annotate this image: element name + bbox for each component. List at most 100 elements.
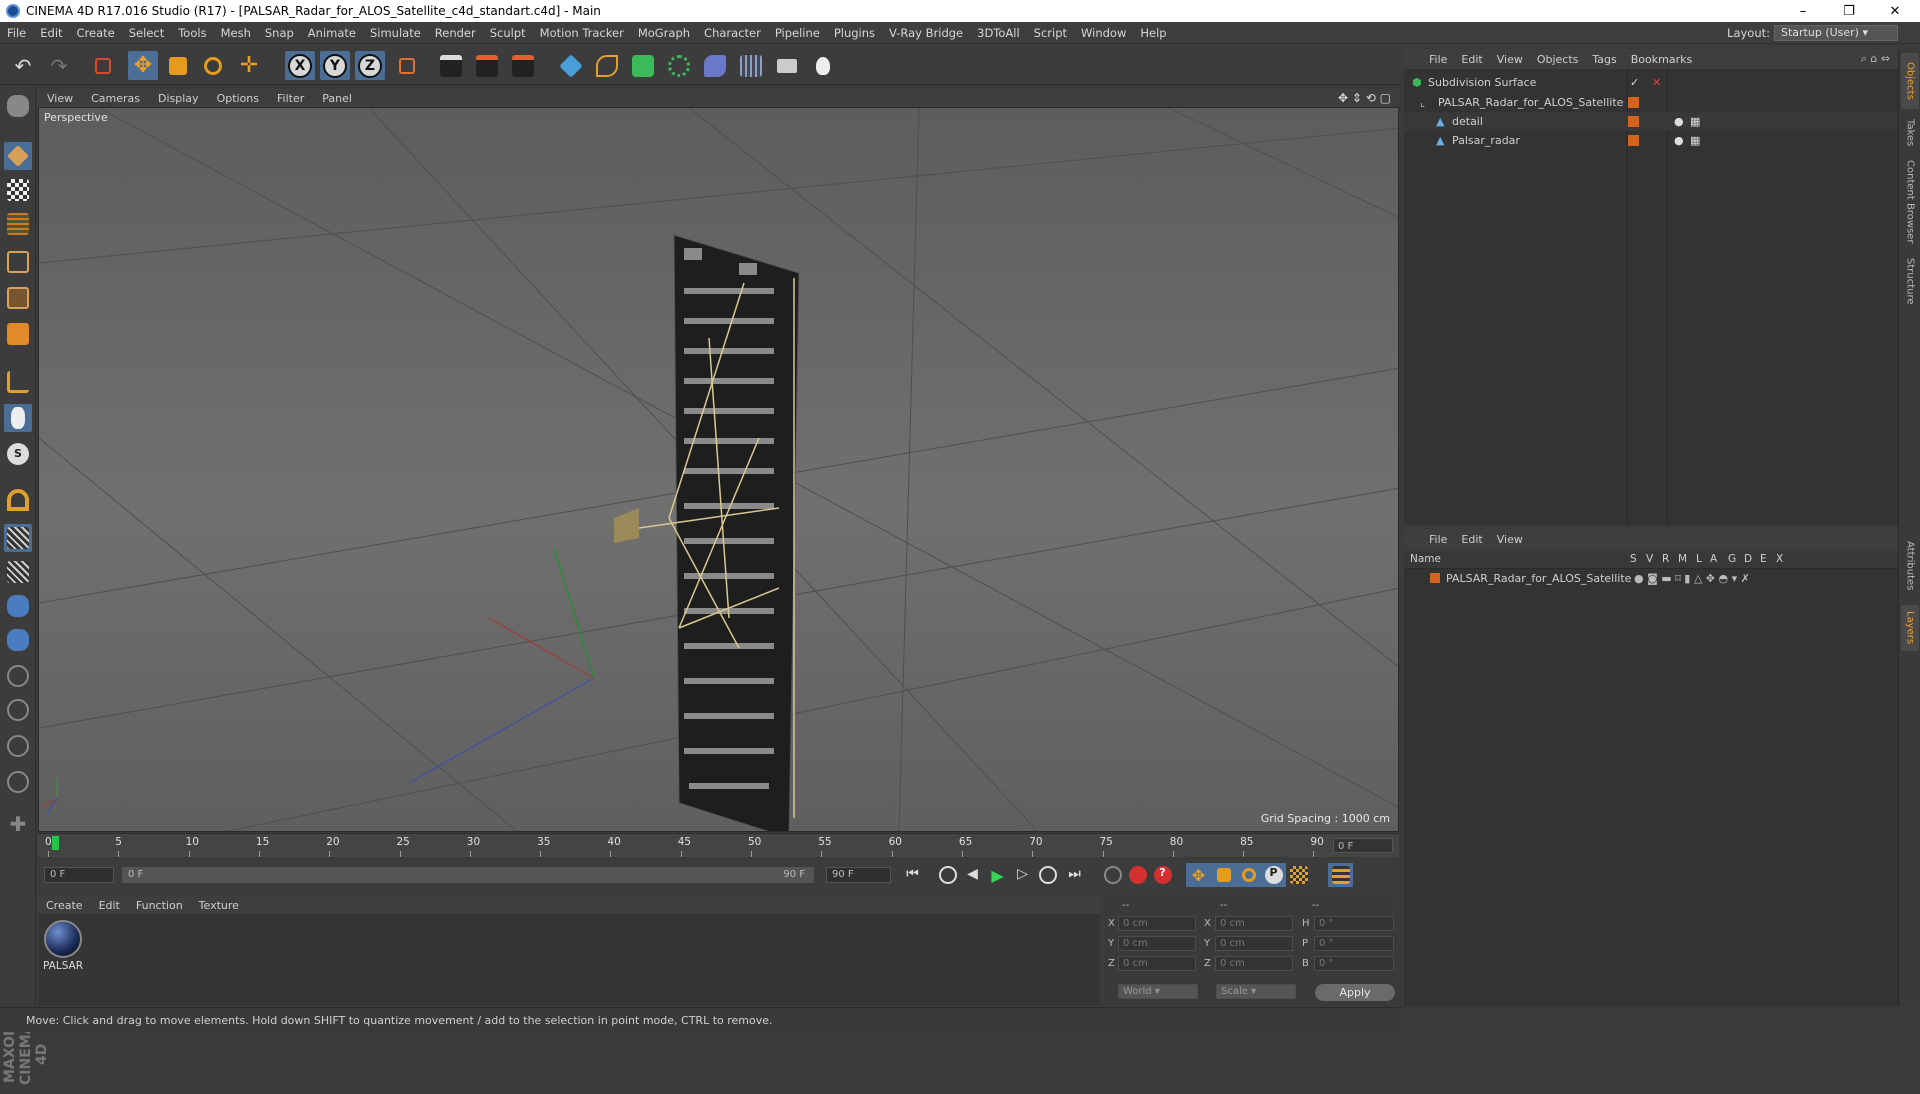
- object-row-detail[interactable]: ▲ detail ● ▦: [1404, 112, 1898, 131]
- key-rotation-button[interactable]: [1236, 863, 1261, 887]
- previous-frame-button[interactable]: ◀: [960, 863, 985, 887]
- planar-workplane-button[interactable]: [4, 558, 32, 586]
- menu-script[interactable]: Script: [1027, 26, 1074, 40]
- key-position-button[interactable]: ✥: [1186, 863, 1211, 887]
- timeline-window-button[interactable]: [1328, 863, 1353, 887]
- lm-col-d[interactable]: D: [1744, 553, 1752, 565]
- go-to-end-button[interactable]: ⏭: [1062, 863, 1087, 887]
- menu-snap[interactable]: Snap: [258, 26, 301, 40]
- add-mograph-button[interactable]: [664, 51, 694, 80]
- viewport-menu-display[interactable]: Display: [149, 92, 208, 105]
- viewport-menu-cameras[interactable]: Cameras: [82, 92, 149, 105]
- om-menu-file[interactable]: File: [1422, 53, 1454, 66]
- menu-edit[interactable]: Edit: [33, 26, 69, 40]
- menu-create[interactable]: Create: [70, 26, 122, 40]
- solo-button[interactable]: S: [4, 440, 32, 468]
- next-frame-button[interactable]: ▷: [1010, 863, 1035, 887]
- visibility-check-icon[interactable]: ✓: [1630, 76, 1639, 89]
- menu-vray-bridge[interactable]: V-Ray Bridge: [882, 26, 970, 40]
- model-mode-button[interactable]: [4, 142, 32, 170]
- menu-select[interactable]: Select: [122, 26, 171, 40]
- material-menu-create[interactable]: Create: [38, 899, 91, 912]
- lm-col-g[interactable]: G: [1728, 553, 1736, 565]
- previous-key-button[interactable]: [935, 863, 960, 887]
- coord-system-dropdown[interactable]: World ▾: [1118, 984, 1198, 999]
- lm-col-r[interactable]: R: [1662, 553, 1669, 565]
- material-tag-icon[interactable]: ●: [1674, 134, 1684, 147]
- tab-takes[interactable]: Takes: [1901, 113, 1919, 153]
- render-picture-viewer-button[interactable]: [472, 51, 502, 80]
- tool-p-button[interactable]: [4, 696, 32, 724]
- add-light-button[interactable]: [808, 51, 838, 80]
- lm-menu-file[interactable]: File: [1422, 533, 1454, 546]
- lm-menu-edit[interactable]: Edit: [1454, 533, 1489, 546]
- menu-plugins[interactable]: Plugins: [827, 26, 882, 40]
- menu-motion-tracker[interactable]: Motion Tracker: [533, 26, 631, 40]
- rotate-tool-button[interactable]: [198, 51, 228, 80]
- menu-animate[interactable]: Animate: [301, 26, 363, 40]
- viewport-menu-filter[interactable]: Filter: [268, 92, 313, 105]
- om-search-home-icons[interactable]: ⌕ ⌂ ⇔: [1861, 52, 1890, 66]
- menu-tools[interactable]: Tools: [171, 26, 213, 40]
- viewport-menu-view[interactable]: View: [38, 92, 82, 105]
- rot-h-field[interactable]: 0 °: [1314, 916, 1394, 931]
- om-menu-tags[interactable]: Tags: [1585, 53, 1623, 66]
- snap-button[interactable]: [4, 486, 32, 514]
- edges-mode-button[interactable]: [4, 284, 32, 312]
- maximize-button[interactable]: ❐: [1826, 0, 1872, 22]
- scale-tool-button[interactable]: [163, 51, 193, 80]
- coordinate-system-button[interactable]: [392, 51, 422, 80]
- lm-menu-view[interactable]: View: [1490, 533, 1530, 546]
- disabled-x-icon[interactable]: ✕: [1652, 76, 1661, 89]
- viewport-nav-icons[interactable]: ✥ ⇕ ⟲ ▢: [1338, 91, 1391, 105]
- add-subdivision-button[interactable]: [628, 51, 658, 80]
- tab-layers[interactable]: Layers: [1901, 605, 1919, 651]
- material-swatch[interactable]: [44, 920, 82, 958]
- workplane-mode-button[interactable]: [4, 210, 32, 238]
- menu-render[interactable]: Render: [428, 26, 483, 40]
- lm-col-a[interactable]: A: [1710, 553, 1717, 565]
- object-row-palsar[interactable]: ⌞ PALSAR_Radar_for_ALOS_Satellite: [1404, 93, 1898, 112]
- add-camera-button[interactable]: [772, 51, 802, 80]
- workplane-lock-button[interactable]: [4, 524, 32, 552]
- tool-extra-button[interactable]: ✚: [4, 810, 32, 838]
- texture-tag-icon[interactable]: ▦: [1690, 134, 1700, 147]
- om-menu-objects[interactable]: Objects: [1530, 53, 1586, 66]
- size-x-field[interactable]: 0 cm: [1215, 916, 1293, 931]
- y-axis-lock-button[interactable]: Y: [320, 51, 350, 80]
- max-frame-field[interactable]: 90 F: [826, 867, 891, 883]
- key-pla-button[interactable]: [1286, 863, 1311, 887]
- go-to-start-button[interactable]: ⏮: [900, 863, 925, 887]
- move-tool-button[interactable]: ✥: [128, 51, 158, 80]
- menu-help[interactable]: Help: [1133, 26, 1173, 40]
- rot-b-field[interactable]: 0 °: [1314, 956, 1394, 971]
- material-menu-function[interactable]: Function: [128, 899, 191, 912]
- layout-dropdown[interactable]: Startup (User) ▾: [1774, 25, 1898, 41]
- rot-p-field[interactable]: 0 °: [1314, 936, 1394, 951]
- frame-range-slider[interactable]: 0 F 90 F: [122, 867, 814, 883]
- pos-y-field[interactable]: 0 cm: [1118, 936, 1196, 951]
- layer-flags-icons[interactable]: ● ◙ ▬ ⌑ ▮ △ ✥ ◓ ▾ ✗: [1634, 572, 1750, 585]
- render-view-button[interactable]: [436, 51, 466, 80]
- lm-col-v[interactable]: V: [1646, 553, 1653, 565]
- tab-attributes[interactable]: Attributes: [1901, 531, 1919, 601]
- z-axis-lock-button[interactable]: Z: [355, 51, 385, 80]
- add-deformer-button[interactable]: [700, 51, 730, 80]
- menu-character[interactable]: Character: [697, 26, 768, 40]
- lm-col-x[interactable]: X: [1776, 553, 1783, 565]
- pos-x-field[interactable]: 0 cm: [1118, 916, 1196, 931]
- layer-color-swatch[interactable]: [1628, 116, 1639, 127]
- key-parameter-button[interactable]: P: [1261, 863, 1286, 887]
- add-cube-button[interactable]: [556, 51, 586, 80]
- polygons-mode-button[interactable]: [4, 320, 32, 348]
- recent-tools-button[interactable]: ✛: [234, 51, 264, 80]
- material-tag-icon[interactable]: ●: [1674, 115, 1684, 128]
- material-name[interactable]: PALSAR: [43, 960, 83, 972]
- python-script-button[interactable]: [4, 592, 32, 620]
- record-active-objects-button[interactable]: [1125, 863, 1150, 887]
- menu-3dtoall[interactable]: 3DToAll: [970, 26, 1027, 40]
- next-key-button[interactable]: [1035, 863, 1060, 887]
- live-selection-button[interactable]: [88, 51, 118, 80]
- material-menu-edit[interactable]: Edit: [91, 899, 128, 912]
- make-editable-button[interactable]: [4, 92, 32, 120]
